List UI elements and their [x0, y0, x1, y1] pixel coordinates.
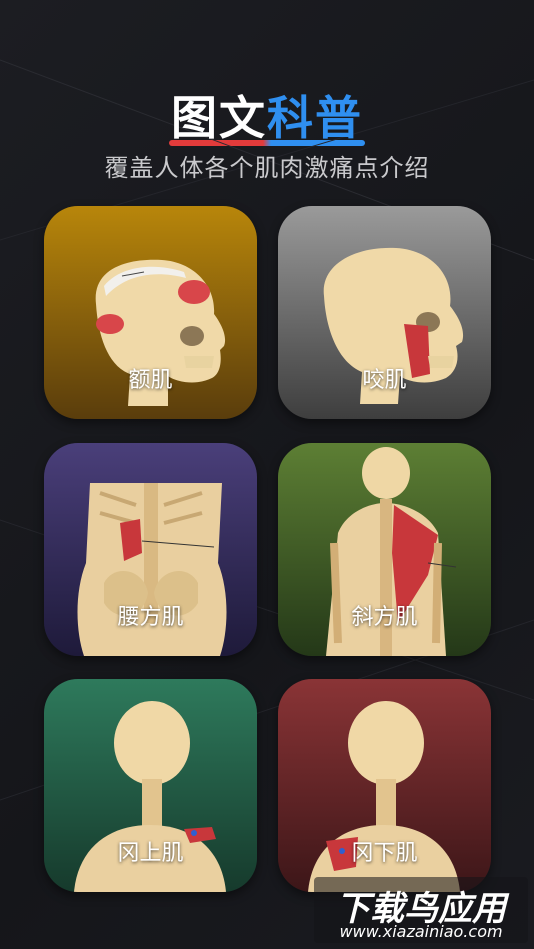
card-supraspinatus[interactable]: 冈上肌 [44, 679, 257, 892]
card-label: 斜方肌 [351, 605, 418, 630]
card-frontalis[interactable]: 额肌 [44, 206, 257, 419]
watermark-logo: 下载鸟应用 www.xiazainiao.com [314, 877, 528, 943]
card-infraspinatus[interactable]: 冈下肌 [278, 679, 491, 892]
card-quadratus-lumborum[interactable]: 腰方肌 [44, 443, 257, 656]
card-label: 冈下肌 [351, 841, 418, 866]
page-title: 图文科普 [169, 82, 365, 148]
page-subtitle: 覆盖人体各个肌肉激痛点介绍 [104, 154, 430, 182]
watermark-url: www.xiazainiao.com [339, 922, 503, 941]
card-label: 冈上肌 [117, 841, 184, 866]
card-label: 咬肌 [362, 368, 407, 393]
title-part2: 科普 [267, 91, 363, 145]
title-part1: 图文 [171, 91, 267, 145]
title-block: 图文科普 [0, 82, 534, 148]
card-masseter[interactable]: 咬肌 [278, 206, 491, 419]
card-trapezius[interactable]: 斜方肌 [278, 443, 491, 656]
card-label: 额肌 [128, 368, 173, 393]
card-label: 腰方肌 [117, 605, 184, 630]
